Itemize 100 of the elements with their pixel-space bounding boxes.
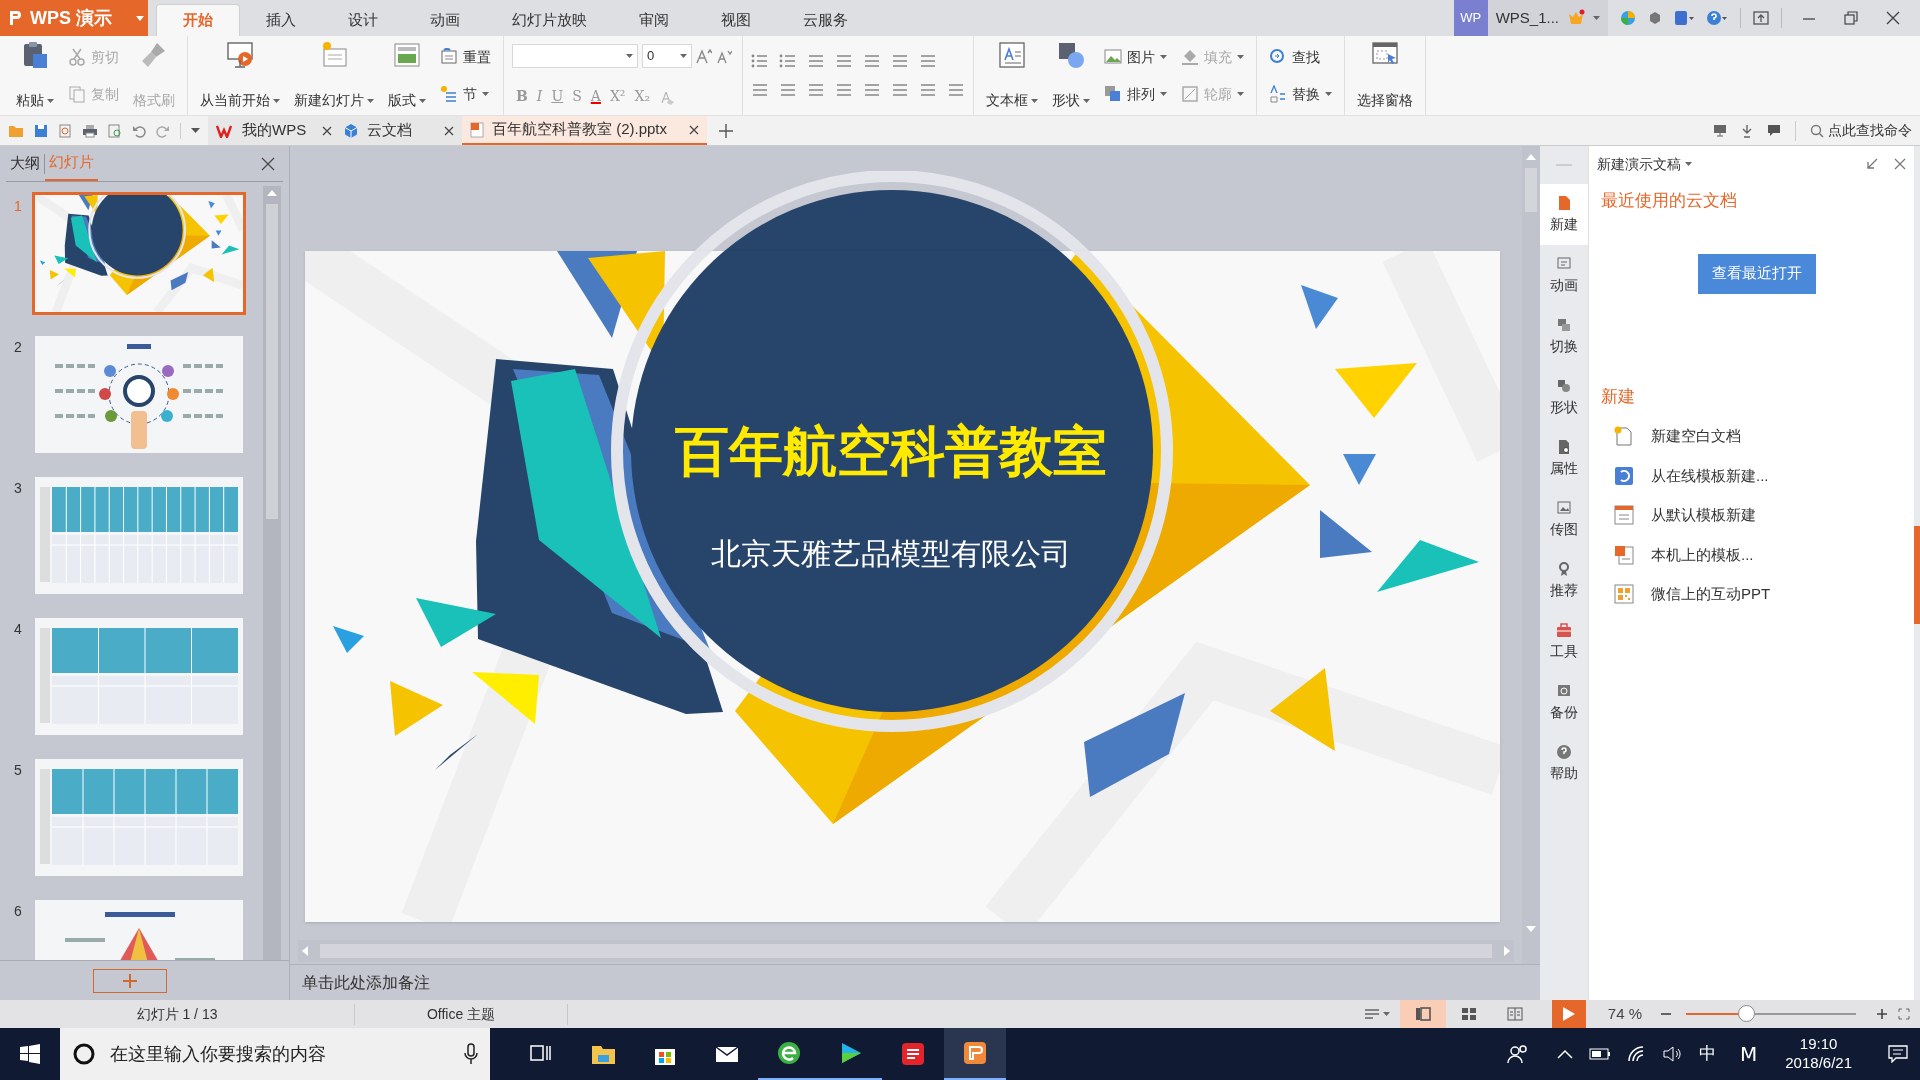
ribbon-button[interactable]: 粘贴 [12,40,58,111]
chevron-up-icon[interactable] [1557,1049,1573,1059]
vertical-scrollbar[interactable] [1522,146,1540,964]
slide-thumbnail[interactable] [32,615,246,738]
monitor-icon[interactable] [1713,124,1727,137]
ribbon-button[interactable]: 选择窗格 [1353,40,1417,111]
paragraph-spacing-icon[interactable] [919,82,937,99]
slide-thumbnail[interactable] [32,756,246,879]
pin-icon[interactable] [1741,123,1753,138]
zoom-thumb[interactable] [1737,1005,1755,1022]
scrollbar[interactable] [263,186,281,960]
slide-thumbnail[interactable] [32,192,246,315]
close-icon[interactable] [689,124,699,135]
side-tab[interactable]: 切换 [1540,306,1588,367]
ribbon-button[interactable]: 文本框 [982,40,1042,111]
side-tab[interactable]: 帮助 [1540,733,1588,794]
ribbon-tab[interactable]: 幻灯片放映 [486,4,613,36]
account-name[interactable]: WPS_1... [1487,6,1567,30]
new-option-link[interactable]: 从在线模板新建... [1613,464,1914,487]
drag-handle-icon[interactable] [1556,163,1572,167]
new-option-link[interactable]: 本机上的模板... [1613,543,1914,566]
comment-icon[interactable] [1767,124,1781,137]
add-slide-button[interactable] [92,968,167,993]
side-tab[interactable]: 传图 [1540,489,1588,550]
export-icon[interactable] [58,123,72,138]
panel-handle[interactable] [1914,526,1920,624]
avatar[interactable]: WP [1453,0,1488,36]
crown-icon[interactable] [1567,9,1585,27]
command-search[interactable]: 点此查找命令 [1810,120,1912,141]
clock[interactable]: 19:10 2018/6/21 [1785,1035,1852,1073]
fit-icon[interactable] [1898,1008,1910,1020]
increase-indent-icon[interactable] [835,52,853,69]
caret-icon[interactable] [191,128,200,133]
ribbon-button[interactable]: 节 [436,79,495,109]
new-option-link[interactable]: 从默认模板新建 [1613,504,1914,527]
notes-placeholder[interactable]: 单击此处添加备注 [302,970,430,995]
horizontal-scrollbar[interactable] [298,940,1514,962]
align-text-icon[interactable] [891,52,909,69]
side-tab[interactable]: 工具 [1540,611,1588,672]
slide[interactable]: 百年航空科普教室 北京天雅艺品模型有限公司 [305,251,1500,922]
plus-icon[interactable] [719,123,733,138]
ribbon-button[interactable]: 版式 [384,40,430,111]
browser-icon[interactable] [1620,10,1636,26]
side-tab[interactable]: 动画 [1540,245,1588,306]
indent-icon[interactable] [947,82,965,99]
scroll-thumb[interactable] [266,204,278,519]
font-name-field[interactable] [512,44,638,68]
input-method-indicator[interactable]: 中 [1699,1041,1716,1067]
side-tab[interactable]: 新建 [1540,184,1588,245]
document-tab[interactable]: 百年航空科普教室 (2).pptx [462,116,707,145]
align-right-icon[interactable] [807,82,825,99]
ribbon-button[interactable]: 形状 [1048,40,1094,111]
redo-icon[interactable] [156,123,170,138]
line-spacing-icon[interactable] [891,82,909,99]
folder-icon[interactable] [8,123,24,138]
input-mode-indicator[interactable]: M [1740,1039,1758,1069]
ribbon-button[interactable]: 查找 [1265,42,1336,72]
ribbon-button[interactable]: 重置 [436,42,495,72]
new-option-link[interactable]: 新建空白文档 [1613,425,1914,448]
ribbon-tab[interactable]: 插入 [240,4,322,36]
side-tab[interactable]: 形状 [1540,367,1588,428]
restore-ribbon-icon[interactable] [1753,10,1769,26]
notification-icon[interactable] [1888,1045,1908,1063]
zoom-in-icon[interactable] [1876,1008,1888,1020]
help-icon[interactable] [1706,10,1728,26]
side-tab[interactable]: 推荐 [1540,550,1588,611]
side-tab[interactable]: 属性 [1540,428,1588,489]
align-center-icon[interactable] [779,82,797,99]
ribbon-tab[interactable]: 审阅 [613,4,695,36]
columns-icon[interactable] [919,52,937,69]
ribbon-tab[interactable]: 云服务 [777,4,874,36]
ribbon-button[interactable]: 从当前开始 [196,40,284,111]
close-icon[interactable] [444,125,454,136]
text-direction-icon[interactable] [863,52,881,69]
ribbon-button[interactable]: 新建幻灯片 [290,40,378,111]
ribbon-button[interactable]: 图片 [1100,42,1171,72]
ribbon-tab[interactable]: 视图 [695,4,777,36]
collapse-icon[interactable] [1866,158,1878,170]
align-left-icon[interactable] [751,82,769,99]
view-button[interactable] [1399,1000,1446,1028]
view-recent-button[interactable]: 查看最近打开 [1697,253,1816,294]
new-option-link[interactable]: 微信上的互动PPT [1613,583,1914,606]
document-icon[interactable] [1674,10,1694,26]
close-icon[interactable] [1894,158,1906,170]
close-icon[interactable] [322,125,333,136]
justify-icon[interactable] [835,82,853,99]
ribbon-button[interactable]: 排列 [1100,79,1171,109]
shrink-font-icon[interactable] [716,48,732,64]
close-icon[interactable] [1886,11,1900,25]
notes-menu[interactable] [1364,1008,1390,1020]
document-tab[interactable]: 云文档 [335,116,462,145]
taskbar-search-field[interactable]: 在这里输入你要搜索的内容 [60,1028,490,1080]
panel-tab[interactable]: 大纲 [6,146,44,181]
decrease-indent-icon[interactable] [807,52,825,69]
slideshow-button[interactable] [1551,1000,1586,1028]
taskbar-app-button[interactable] [944,1028,1006,1080]
close-icon[interactable] [261,156,275,171]
hexagon-icon[interactable] [1648,11,1662,25]
side-tab[interactable]: 备份 [1540,672,1588,733]
battery-icon[interactable] [1589,1048,1611,1060]
